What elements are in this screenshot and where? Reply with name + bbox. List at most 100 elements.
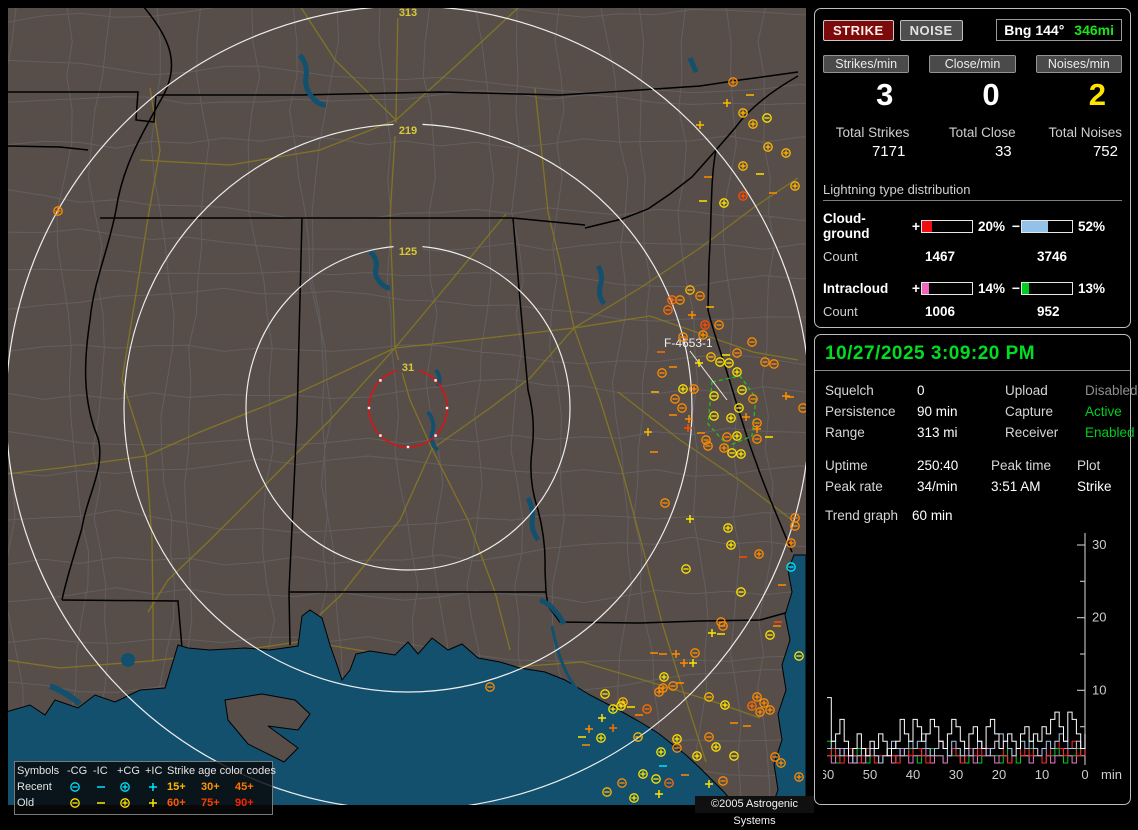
legend-header-icpos: +IC	[145, 764, 163, 777]
svg-text:10: 10	[1035, 767, 1049, 782]
total-noises-label: Total Noises	[1048, 125, 1122, 140]
cg-minus-count: 3746	[1037, 249, 1068, 264]
svg-text:31: 31	[402, 362, 414, 374]
ic-plus-count: 1006	[925, 304, 956, 319]
cg-plus-count: 1467	[925, 249, 956, 264]
svg-text:20: 20	[1092, 610, 1106, 625]
cg-minus-meter	[1021, 219, 1073, 233]
map-canvas[interactable]: F-4653-1 313 219 125 31 Symbols -CG -IC +CG…	[8, 8, 814, 827]
legend-header-icneg: -IC	[93, 764, 108, 777]
range-label: Range	[825, 425, 865, 440]
intracloud-label: Intracloud	[823, 280, 889, 296]
svg-text:125: 125	[399, 246, 417, 258]
svg-text:219: 219	[399, 125, 417, 137]
ic-neg-recent-icon	[93, 781, 117, 793]
plot-label: Plot	[1077, 458, 1101, 473]
minus-sign: −	[1011, 218, 1021, 234]
bearing-readout: Bng 144° 346mi	[996, 19, 1122, 41]
nexstorm-window: { "header": { "strike_btn": "STRIKE", "n…	[0, 0, 1138, 827]
peak-time-label: Peak time	[991, 458, 1052, 473]
receiver-value: Enabled	[1085, 425, 1135, 440]
capture-value: Active	[1085, 404, 1122, 419]
squelch-label: Squelch	[825, 383, 874, 398]
status-panel: STRIKE NOISE Bng 144° 346mi Strikes/min C…	[814, 8, 1138, 805]
legend-row-old-label: Old	[17, 796, 35, 809]
plot-value: Strike	[1077, 479, 1112, 494]
cg-minus-pct: 52%	[1078, 218, 1106, 234]
peak-rate-label: Peak rate	[825, 479, 883, 494]
svg-text:min: min	[1101, 767, 1122, 782]
close-per-min-chip[interactable]: Close/min	[929, 55, 1016, 73]
upload-value: Disabled	[1085, 383, 1138, 398]
map-legend: Symbols -CG -IC +CG +IC Strike age color…	[14, 761, 276, 815]
age-code-75: 75+	[201, 796, 220, 809]
legend-header-cgpos: +CG	[117, 764, 140, 777]
cg-pos-old-icon	[117, 797, 145, 809]
svg-text:0: 0	[1081, 767, 1088, 782]
ic-minus-count: 952	[1037, 304, 1060, 319]
system-status-box: 10/27/2025 3:09:20 PM Squelch 0 Upload D…	[814, 334, 1138, 805]
plus-sign: +	[911, 280, 921, 296]
ring-labels: 313 219 125 31	[393, 8, 423, 374]
cg-plus-meter	[921, 219, 973, 233]
ic-minus-meter	[1021, 281, 1073, 295]
receiver-label: Receiver	[1005, 425, 1059, 440]
cg-count-label: Count	[823, 249, 858, 264]
plus-sign: +	[911, 218, 921, 234]
total-close-value: 33	[994, 143, 1012, 160]
ic-count-label: Count	[823, 304, 858, 319]
svg-text:60: 60	[823, 767, 834, 782]
trend-graph-value: 60 min	[912, 508, 953, 523]
datetime-display: 10/27/2025 3:09:20 PM	[815, 335, 1130, 371]
trend-graph-label: Trend graph	[825, 508, 899, 523]
cg-pos-recent-icon	[117, 781, 145, 793]
age-code-15: 15+	[167, 780, 186, 793]
svg-text:30: 30	[949, 767, 963, 782]
minus-sign: −	[1011, 280, 1021, 296]
noise-button[interactable]: NOISE	[899, 19, 963, 41]
total-close-label: Total Close	[948, 125, 1016, 140]
ic-neg-old-icon	[93, 797, 117, 809]
ic-plus-meter	[921, 281, 973, 295]
strike-stats-box: STRIKE NOISE Bng 144° 346mi Strikes/min C…	[814, 8, 1131, 328]
strikes-per-min-chip[interactable]: Strikes/min	[823, 55, 910, 73]
svg-text:30: 30	[1092, 537, 1106, 552]
svg-text:20: 20	[992, 767, 1006, 782]
svg-text:40: 40	[906, 767, 920, 782]
upload-label: Upload	[1005, 383, 1048, 398]
legend-header-symbols: Symbols	[17, 764, 60, 777]
distribution-title: Lightning type distribution	[823, 182, 1122, 201]
legend-header-cgneg: -CG	[67, 764, 88, 777]
uptime-value: 250:40	[917, 458, 959, 473]
squelch-value: 0	[917, 383, 925, 398]
age-code-60: 60+	[167, 796, 186, 809]
noises-per-min-chip[interactable]: Noises/min	[1035, 55, 1122, 73]
persistence-value: 90 min	[917, 404, 958, 419]
strike-button[interactable]: STRIKE	[823, 19, 894, 41]
cg-neg-old-icon	[67, 797, 93, 809]
age-code-30: 30+	[201, 780, 220, 793]
legend-row-recent-label: Recent	[17, 780, 52, 793]
svg-text:50: 50	[863, 767, 877, 782]
ic-minus-pct: 13%	[1078, 280, 1106, 296]
cg-plus-pct: 20%	[978, 218, 1006, 234]
bearing-value: Bng 144°	[1004, 22, 1065, 38]
close-per-min-value: 0	[982, 77, 1000, 112]
svg-text:10: 10	[1092, 682, 1106, 697]
age-code-45: 45+	[235, 780, 254, 793]
strikes-per-min-value: 3	[876, 77, 894, 112]
peak-time-value: 3:51 AM	[991, 479, 1041, 494]
range-value: 313 mi	[917, 425, 958, 440]
noises-per-min-value: 2	[1088, 77, 1106, 112]
total-strikes-label: Total Strikes	[835, 125, 910, 140]
capture-label: Capture	[1005, 404, 1054, 419]
age-code-90: 90+	[235, 796, 254, 809]
cg-neg-recent-icon	[67, 781, 93, 793]
ic-pos-old-icon	[145, 797, 167, 809]
peak-rate-value: 34/min	[917, 479, 958, 494]
cloud-ground-label: Cloud-ground	[823, 211, 870, 241]
ic-plus-pct: 14%	[978, 280, 1006, 296]
trend-chart: 10 20 30 60 50 40 30 20 10 0 min	[820, 527, 1130, 790]
persistence-label: Persistence	[825, 404, 896, 419]
legend-age-title: Strike age color codes	[167, 764, 276, 777]
